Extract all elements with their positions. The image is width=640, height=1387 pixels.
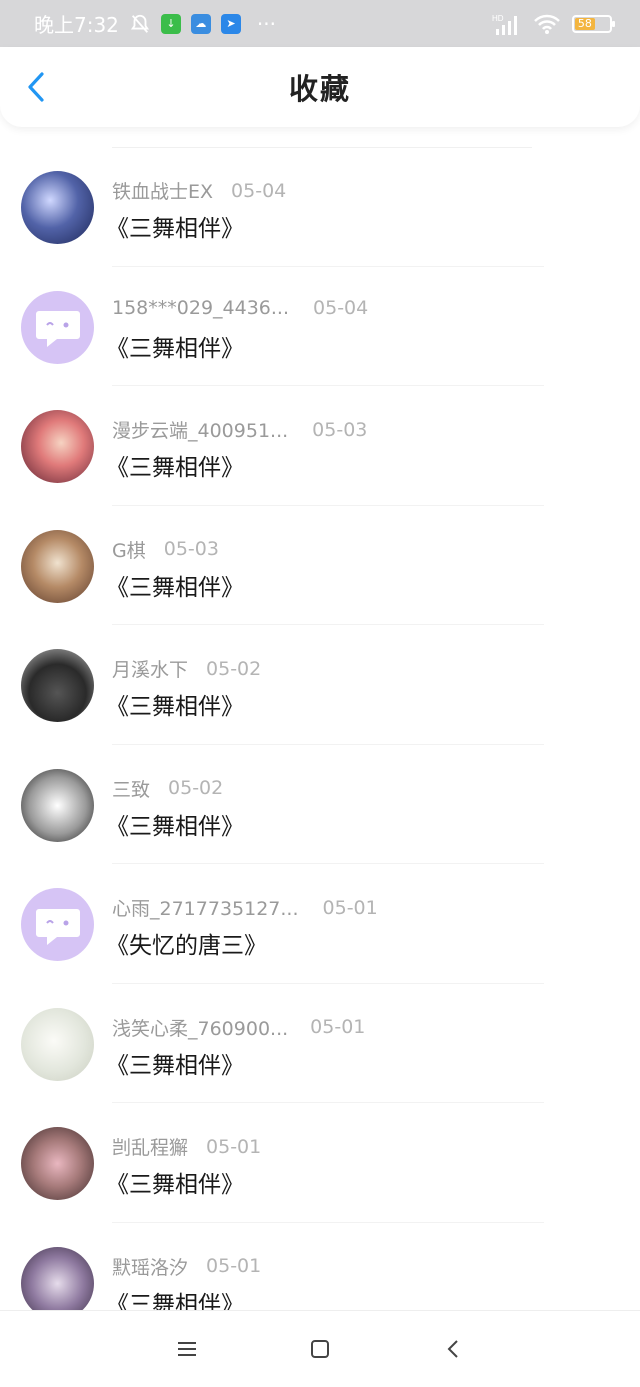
battery-level: 58 xyxy=(577,17,592,30)
favorite-title: 《三舞相伴》 xyxy=(106,813,244,840)
bell-muted-icon xyxy=(129,13,151,35)
avatar xyxy=(21,649,94,722)
battery-icon: 58 xyxy=(572,14,615,33)
system-back-button[interactable] xyxy=(433,1329,473,1369)
favorite-date: 05-04 xyxy=(313,296,369,319)
user-name: 默瑶洛汐 xyxy=(112,1256,189,1279)
menu-button[interactable] xyxy=(167,1329,207,1369)
avatar xyxy=(21,1127,94,1200)
favorite-date: 05-01 xyxy=(206,1255,262,1277)
favorite-title: 《三舞相伴》 xyxy=(106,455,244,481)
user-name: 铁血战士EX xyxy=(112,181,214,203)
square-icon xyxy=(310,1340,329,1358)
favorite-item[interactable]: 铁血战士EX 05-04 《三舞相伴》 xyxy=(0,147,640,267)
favorite-date: 05-03 xyxy=(163,538,219,560)
avatar xyxy=(21,768,94,842)
download-icon: ↓ xyxy=(160,13,181,34)
favorite-date: 05-01 xyxy=(322,896,378,919)
favorite-date: 05-03 xyxy=(312,418,368,441)
avatar xyxy=(21,1007,94,1081)
chevron-left-icon xyxy=(28,72,44,102)
default-avatar-icon xyxy=(21,290,94,364)
favorite-date: 05-02 xyxy=(168,777,224,799)
app-icon: ➤ xyxy=(220,13,241,34)
avatar xyxy=(21,529,94,603)
favorite-date: 05-04 xyxy=(231,179,287,202)
favorite-title: 《三舞相伴》 xyxy=(106,335,244,362)
favorite-item[interactable]: 剀乱程獬 05-01 《三舞相伴》 xyxy=(0,1103,640,1223)
system-nav-bar xyxy=(0,1310,640,1387)
user-name: G棋 xyxy=(112,539,146,562)
favorite-title: 《三舞相伴》 xyxy=(106,694,244,720)
user-name: 剀乱程獬 xyxy=(112,1137,189,1159)
favorite-title: 《失忆的唐三》 xyxy=(106,933,267,959)
user-name: 漫步云端_400951... xyxy=(112,420,289,442)
favorite-title: 《三舞相伴》 xyxy=(106,1052,244,1079)
favorite-item[interactable]: 三致 05-02 《三舞相伴》 xyxy=(0,745,640,864)
favorite-item[interactable]: 158***029_4436... 05-04 《三舞相伴》 xyxy=(0,267,640,386)
user-name: 三致 xyxy=(112,778,151,801)
status-time: 晚上7:32 xyxy=(34,13,119,37)
avatar xyxy=(21,171,94,244)
favorite-title: 《三舞相伴》 xyxy=(106,1172,244,1198)
menu-icon xyxy=(177,1342,196,1356)
chevron-left-icon xyxy=(447,1340,459,1358)
home-button[interactable] xyxy=(300,1329,340,1369)
page-title: 收藏 xyxy=(288,72,351,106)
page-header: 收藏 xyxy=(0,47,640,127)
back-button[interactable] xyxy=(18,69,54,105)
favorite-title: 《三舞相伴》 xyxy=(106,574,244,601)
favorite-date: 05-01 xyxy=(310,1016,366,1038)
favorite-title: 《三舞相伴》 xyxy=(106,216,244,242)
wifi-icon xyxy=(534,13,560,35)
user-name: 月溪水下 xyxy=(112,659,189,681)
user-name: 158***029_4436... xyxy=(112,296,290,319)
favorite-item[interactable]: 月溪水下 05-02 《三舞相伴》 xyxy=(0,625,640,745)
signal-icon: HD xyxy=(492,13,522,35)
avatar xyxy=(21,1246,94,1320)
avatar xyxy=(21,410,94,483)
more-icon: ··· xyxy=(256,11,276,36)
weather-icon: ☁ xyxy=(190,13,211,34)
status-bar: 晚上7:32 ↓ ☁ ➤ ··· HD 58 xyxy=(0,0,640,47)
favorite-date: 05-02 xyxy=(206,657,262,680)
user-name: 浅笑心柔_760900... xyxy=(112,1017,289,1040)
favorite-item[interactable]: G棋 05-03 《三舞相伴》 xyxy=(0,506,640,625)
default-avatar-icon xyxy=(21,888,94,961)
favorites-list: 铁血战士EX 05-04 《三舞相伴》 158***029_4436... 05-0… xyxy=(0,147,640,1342)
favorite-item[interactable]: 浅笑心柔_760900... 05-01 《三舞相伴》 xyxy=(0,984,640,1103)
favorite-item[interactable]: 漫步云端_400951... 05-03 《三舞相伴》 xyxy=(0,386,640,506)
favorite-item[interactable]: 心雨_2717735127... 05-01 《失忆的唐三》 xyxy=(0,864,640,984)
svg-text:HD: HD xyxy=(492,14,504,23)
favorite-date: 05-01 xyxy=(206,1135,262,1158)
user-name: 心雨_2717735127... xyxy=(112,898,299,920)
